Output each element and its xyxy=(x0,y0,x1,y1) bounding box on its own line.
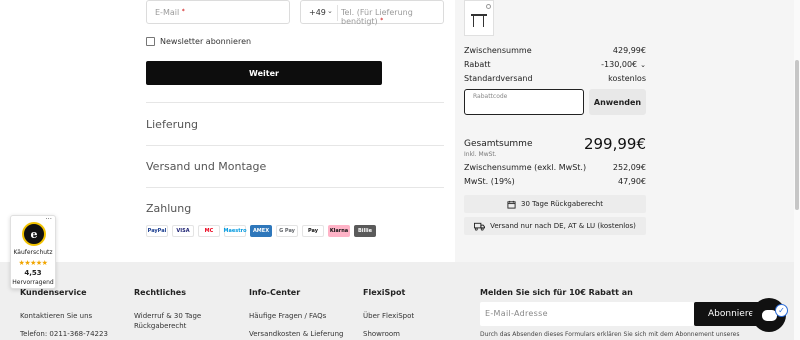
total-value: 299,99€ xyxy=(583,135,646,153)
subtotal-label: Zwischensumme xyxy=(464,46,532,55)
email-field[interactable]: E-Mail * xyxy=(146,0,290,24)
coupon-input[interactable]: Rabattcode xyxy=(464,89,584,115)
phone-field[interactable]: +49 ⌄ Tel. (Für Lieferung benötigt) * xyxy=(300,0,444,26)
footer-link-contact[interactable]: Kontaktieren Sie uns xyxy=(20,311,92,321)
payment-method-billie: Billie xyxy=(354,225,376,237)
desk-leg xyxy=(483,16,484,27)
rating-stars: ★★★★★ xyxy=(18,259,48,267)
footer-link-showroom[interactable]: Showroom xyxy=(363,329,400,339)
check-icon: ✓ xyxy=(775,304,788,317)
footer-heading-info-center: Info-Center xyxy=(249,288,301,297)
total-label: Gesamtsumme xyxy=(464,139,533,149)
payment-method-paypal: PayPal xyxy=(146,225,168,237)
site-footer: Kundenservice Kontaktieren Sie uns Telef… xyxy=(0,262,800,340)
buyer-protection-label: Käuferschutz xyxy=(13,249,53,256)
chat-button[interactable]: ✓ xyxy=(752,298,788,332)
scrollbar-thumb[interactable] xyxy=(795,60,799,210)
net-subtotal-row: Zwischensumme (exkl. MwSt.) 252,09€ xyxy=(464,163,646,172)
section-zahlung[interactable]: Zahlung xyxy=(146,187,444,227)
section-title: Zahlung xyxy=(146,202,192,215)
net-subtotal-value: 252,09€ xyxy=(612,163,646,172)
footer-link-phone[interactable]: Telefon: 0211-368-74223 xyxy=(20,329,108,339)
newsletter-email-input[interactable]: E-Mail-Adresse xyxy=(480,302,694,326)
newsletter-email-placeholder: E-Mail-Adresse xyxy=(485,309,548,318)
apply-coupon-button[interactable]: Anwenden xyxy=(589,89,646,115)
section-title: Versand und Montage xyxy=(146,160,267,173)
footer-link-about[interactable]: Über FlexiSpot xyxy=(363,311,414,321)
continue-button[interactable]: Weiter xyxy=(146,61,382,85)
rating-text: Hervorragend xyxy=(12,279,54,286)
chevron-down-icon[interactable]: ⌄ xyxy=(640,61,646,69)
email-placeholder: E-Mail * xyxy=(155,8,185,17)
calendar-icon xyxy=(507,200,516,209)
vat-value: 47,90€ xyxy=(618,177,646,186)
newsletter-label: Newsletter abonnieren xyxy=(160,37,252,46)
return-policy-text: 30 Tage Rückgaberecht xyxy=(521,200,603,208)
trusted-shops-badge[interactable]: ··· e Käuferschutz ★★★★★ 4,53 Hervorrage… xyxy=(10,215,56,289)
vat-label: MwSt. (19%) xyxy=(464,177,515,186)
payment-methods: PayPal VISA MC Maestro AMEX G Pay Pay Klarna Bil… xyxy=(146,225,376,237)
newsletter-consent-note: Durch das Absenden dieses Formulars erkl… xyxy=(480,331,740,338)
trust-seal-icon: e xyxy=(22,222,46,246)
footer-link-widerruf[interactable]: Widerruf & 30 Tage Rückgaberecht xyxy=(134,311,224,331)
chevron-down-icon[interactable]: ⌄ xyxy=(327,7,333,15)
footer-link-faq[interactable]: Häufige Fragen / FAQs xyxy=(249,311,326,321)
divider xyxy=(337,5,338,21)
shipping-region-text: Versand nur nach DE, AT & LU (kostenlos) xyxy=(490,222,636,230)
country-code-select[interactable]: +49 xyxy=(309,8,326,17)
section-versand-montage[interactable]: Versand und Montage xyxy=(146,145,444,187)
page-scrollbar[interactable] xyxy=(794,0,800,340)
section-title: Lieferung xyxy=(146,118,199,131)
desk-leg xyxy=(473,16,474,27)
payment-method-maestro: Maestro xyxy=(224,225,247,237)
payment-method-pay: Pay xyxy=(302,225,324,237)
phone-placeholder: Tel. (Für Lieferung benötigt) * xyxy=(341,8,413,26)
quantity-badge xyxy=(486,4,491,9)
shipping-region-box: Versand nur nach DE, AT & LU (kostenlos) xyxy=(464,217,646,235)
return-policy-box: 30 Tage Rückgaberecht xyxy=(464,195,646,213)
coupon-placeholder: Rabattcode xyxy=(473,93,508,100)
truck-icon xyxy=(474,222,486,230)
payment-method-klarna: Klarna xyxy=(328,225,350,237)
footer-newsletter-heading: Melden Sie sich für 10€ Rabatt an xyxy=(480,288,633,297)
footer-heading-rechtliches: Rechtliches xyxy=(134,288,186,297)
section-lieferung[interactable]: Lieferung xyxy=(146,102,444,145)
order-summary: Zwischensumme 429,99€ Rabatt -130,00€ ⌄ S… xyxy=(455,0,800,262)
footer-link-shipping[interactable]: Versandkosten & Lieferung xyxy=(249,329,344,339)
payment-method-g-pay: G Pay xyxy=(276,225,298,237)
payment-method-mc: MC xyxy=(198,225,220,237)
checkout-form: E-Mail * +49 ⌄ Tel. (Für Lieferung benöt… xyxy=(0,0,450,262)
more-options-icon[interactable]: ··· xyxy=(45,215,52,223)
shipping-label: Standardversand xyxy=(464,74,533,83)
rating-score: 4,53 xyxy=(24,269,42,277)
vat-row: MwSt. (19%) 47,90€ xyxy=(464,177,646,186)
payment-method-amex: AMEX xyxy=(250,225,272,237)
newsletter-checkbox[interactable] xyxy=(146,37,155,46)
shipping-row: Standardversand kostenlos xyxy=(464,74,646,83)
net-subtotal-label: Zwischensumme (exkl. MwSt.) xyxy=(464,163,587,172)
discount-value: -130,00€ xyxy=(601,60,638,69)
total-tax-note: Inkl. MwSt. xyxy=(464,151,497,158)
newsletter-option[interactable]: Newsletter abonnieren xyxy=(146,37,251,46)
footer-heading-kundenservice: Kundenservice xyxy=(20,288,87,297)
discount-label: Rabatt xyxy=(464,60,491,69)
product-thumbnail[interactable] xyxy=(464,0,494,36)
subtotal-value: 429,99€ xyxy=(612,46,646,55)
subtotal-row: Zwischensumme 429,99€ xyxy=(464,46,646,55)
payment-method-visa: VISA xyxy=(172,225,194,237)
discount-value-wrap: -130,00€ ⌄ xyxy=(601,60,646,69)
footer-heading-flexispot: FlexiSpot xyxy=(363,288,406,297)
shipping-value: kostenlos xyxy=(608,74,646,83)
discount-row[interactable]: Rabatt -130,00€ ⌄ xyxy=(464,60,646,69)
